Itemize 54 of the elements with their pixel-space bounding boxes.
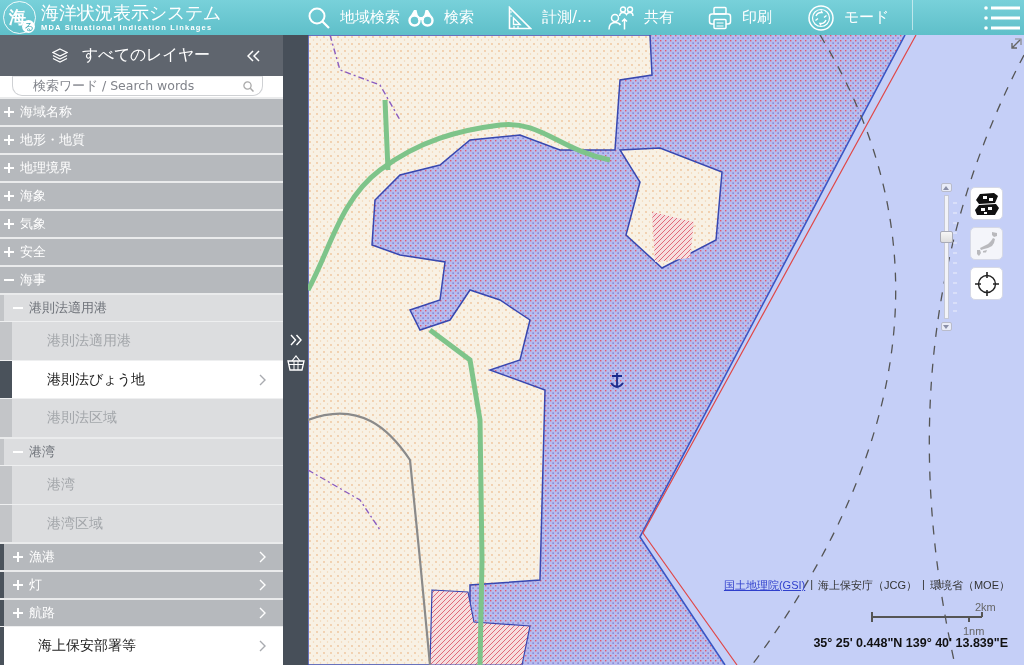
layer-row[interactable]: 港則法びょう地 [0,359,283,399]
search-field[interactable]: 検索ワード / Search words [12,76,263,96]
scale-label: 1nm [963,625,985,637]
layer-group-row[interactable]: 航路 [0,598,283,627]
layer-group-row[interactable]: 安全 [0,237,283,265]
attribution-link[interactable]: 国土地理院(GSI) [723,578,806,593]
layers-icon [52,48,68,63]
layer-row[interactable]: 海上保安部署等 [0,626,283,665]
search-button[interactable]: 検索 [408,8,474,27]
layer-group-row[interactable]: 港則法適用港 [0,293,283,321]
double-chevron-right-icon[interactable] [289,334,302,346]
layer-group-row[interactable]: 海事 [0,265,283,293]
triangle-down-icon [943,324,949,329]
measure-button[interactable]: 計測/… [508,5,593,30]
diagonal-arrow-icon[interactable] [1010,38,1022,50]
app-title: 海洋状況表示システム [41,2,221,23]
menu-icon[interactable] [984,5,1020,30]
layer-group-row[interactable]: 海域名称 [0,97,283,125]
people-icon [608,5,634,30]
attribution-separator: | [922,578,925,592]
base-map-button[interactable] [970,187,1003,220]
zoom-out-button[interactable] [940,322,952,331]
coordinates-text: 35° 25' 0.448"N 139° 40' 13.839"E [813,636,1008,650]
zoom-in-button[interactable] [940,183,952,192]
crosshair-icon [974,271,999,296]
double-chevron-left-icon[interactable] [247,49,260,62]
map-tiles-icon [973,191,1000,216]
layer-group-row[interactable]: 漁港 [0,542,283,571]
layer-group-row[interactable]: 灯 [0,570,283,599]
mode-button[interactable]: モード [808,4,889,31]
layer-group-row[interactable]: 気象 [0,209,283,237]
locate-button[interactable] [970,267,1003,300]
layer-group-row[interactable]: 地理境界 [0,153,283,181]
search-icon [243,80,254,92]
circle-arrows-icon [808,4,834,31]
japan-map-icon [975,231,998,256]
print-button[interactable]: 印刷 [708,5,772,30]
basket-icon[interactable] [286,355,305,371]
attribution-text: 環境省（MOE） [929,578,1010,593]
binoculars-icon [408,8,434,27]
panel-title: すべてのレイヤー [82,45,210,66]
attribution-separator: | [810,578,814,592]
scale-label: 2km [975,601,996,613]
share-button[interactable]: 共有 [608,5,674,30]
layer-row[interactable]: 港則法適用港 [0,321,283,360]
area-search-button[interactable]: 地域検索 [308,6,400,29]
layer-row[interactable]: 港則法区域 [0,398,283,437]
layer-group-row[interactable]: 海象 [0,181,283,209]
search-icon [308,6,330,29]
printer-icon [708,5,732,30]
triangle-up-icon [943,185,949,190]
layer-group-row[interactable]: 港湾 [0,437,283,465]
attribution-text: 海上保安庁（JCG） [818,578,918,593]
layer-group-row[interactable]: 地形・地質 [0,125,283,153]
